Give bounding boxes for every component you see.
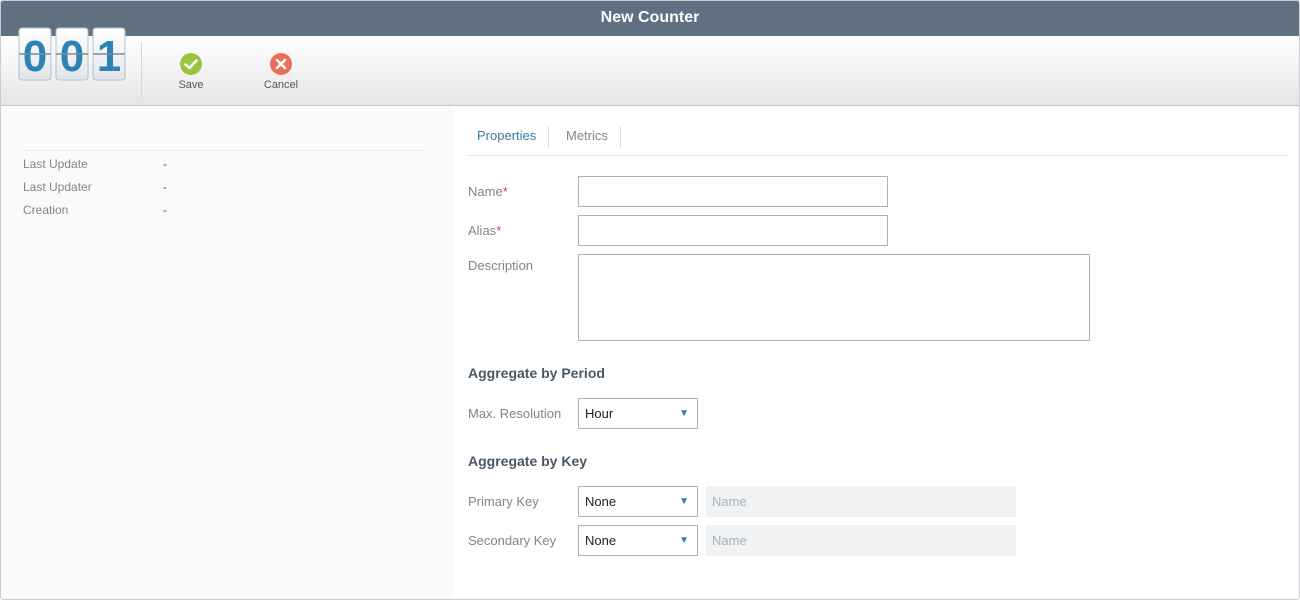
alias-label: Alias* [468,223,502,238]
logo-digit-tile: 0 [55,27,89,81]
tab-bar: Properties Metrics [468,121,1288,156]
meta-label: Last Updater [23,180,92,194]
cancel-button-label: Cancel [263,79,299,91]
secondary-key-label: Secondary Key [468,533,557,548]
tab-metrics[interactable]: Metrics [557,125,617,147]
tab-separator [620,126,621,148]
secondary-key-value: None [585,533,617,548]
meta-row-creation: Creation - [23,203,167,217]
meta-label: Last Update [23,157,88,171]
max-resolution-value: Hour [585,406,614,421]
name-label: Name* [468,184,508,199]
form-panel: Properties Metrics Name* Alias* Descript… [453,107,1299,599]
cancel-button[interactable]: Cancel [251,52,311,96]
x-circle-icon [270,53,292,75]
required-mark: * [496,223,502,238]
save-button[interactable]: Save [161,52,221,96]
tab-separator [548,126,549,148]
info-panel: Last Update - Last Updater - Creation - [1,107,453,599]
meta-value: - [163,157,167,171]
meta-row-last-updater: Last Updater - [23,180,167,194]
primary-key-name-input[interactable] [706,486,1016,517]
primary-key-select[interactable]: None ▼ [578,486,698,517]
meta-row-last-update: Last Update - [23,157,167,171]
window-title: New Counter [1,1,1299,36]
dialog-window: New Counter 0 0 1 Save Cancel Last Updat… [0,0,1300,600]
alias-input[interactable] [578,215,888,246]
logo-digit-2: 0 [60,32,84,81]
description-label: Description [468,258,534,273]
divider [23,150,427,151]
logo-digit-tile: 1 [92,27,126,81]
toolbar: 0 0 1 Save Cancel [1,27,1299,106]
meta-value: - [163,203,167,217]
max-resolution-label: Max. Resolution [468,406,562,421]
check-circle-icon [180,53,202,75]
chevron-down-icon: ▼ [679,496,689,507]
primary-key-value: None [585,494,617,509]
aggregate-by-key-heading: Aggregate by Key [468,453,588,469]
name-input[interactable] [578,176,888,207]
tab-properties[interactable]: Properties [468,125,545,147]
required-mark: * [502,184,508,199]
logo-digit-3: 1 [97,32,121,81]
logo-digit-1: 0 [23,32,47,81]
chevron-down-icon: ▼ [679,535,689,546]
aggregate-by-period-heading: Aggregate by Period [468,365,605,381]
primary-key-label: Primary Key [468,494,539,509]
description-textarea[interactable] [578,254,1090,341]
toolbar-separator [141,42,142,98]
secondary-key-name-input[interactable] [706,525,1016,556]
save-button-label: Save [178,79,204,91]
meta-label: Creation [23,203,69,217]
logo-digit-tile: 0 [18,27,52,81]
max-resolution-select[interactable]: Hour ▼ [578,398,698,429]
chevron-down-icon: ▼ [679,408,689,419]
secondary-key-select[interactable]: None ▼ [578,525,698,556]
counter-logo: 0 0 1 [17,26,129,84]
meta-value: - [163,180,167,194]
